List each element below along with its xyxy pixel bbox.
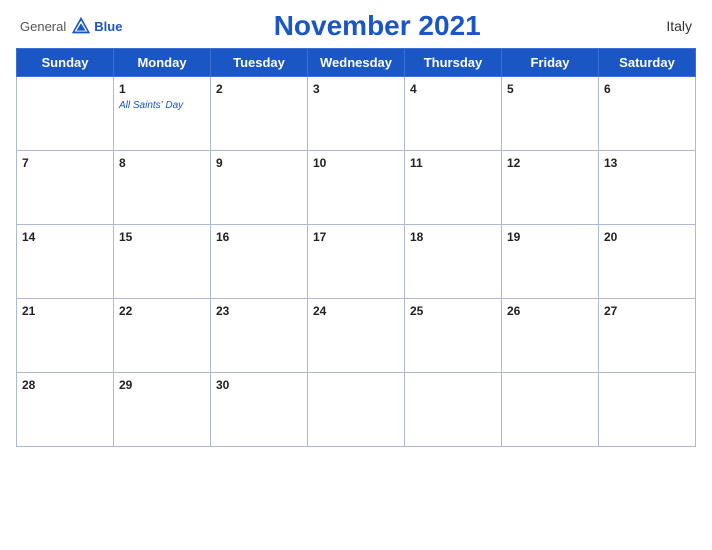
day-number: 28 xyxy=(22,378,35,392)
day-cell: 9 xyxy=(211,151,308,225)
day-cell: 2 xyxy=(211,77,308,151)
day-cell: 22 xyxy=(114,299,211,373)
day-number: 23 xyxy=(216,304,229,318)
day-number: 18 xyxy=(410,230,423,244)
day-number: 1 xyxy=(119,82,126,96)
day-cell: 28 xyxy=(17,373,114,447)
col-friday: Friday xyxy=(502,49,599,77)
day-cell xyxy=(17,77,114,151)
week-row-1: 1 All Saints' Day 2 3 4 5 6 xyxy=(17,77,696,151)
day-number: 14 xyxy=(22,230,35,244)
day-number: 10 xyxy=(313,156,326,170)
country-label: Italy xyxy=(632,18,692,34)
day-number: 6 xyxy=(604,82,611,96)
day-cell: 16 xyxy=(211,225,308,299)
day-number: 3 xyxy=(313,82,320,96)
day-number: 25 xyxy=(410,304,423,318)
day-cell: 12 xyxy=(502,151,599,225)
day-cell xyxy=(405,373,502,447)
day-cell: 13 xyxy=(599,151,696,225)
day-number: 15 xyxy=(119,230,132,244)
day-cell: 15 xyxy=(114,225,211,299)
day-cell: 3 xyxy=(308,77,405,151)
col-thursday: Thursday xyxy=(405,49,502,77)
col-tuesday: Tuesday xyxy=(211,49,308,77)
col-saturday: Saturday xyxy=(599,49,696,77)
day-number: 12 xyxy=(507,156,520,170)
day-cell: 1 All Saints' Day xyxy=(114,77,211,151)
day-cell: 20 xyxy=(599,225,696,299)
holiday-label: All Saints' Day xyxy=(119,100,205,111)
day-number: 19 xyxy=(507,230,520,244)
logo-icon xyxy=(70,15,92,37)
day-cell: 19 xyxy=(502,225,599,299)
day-cell: 25 xyxy=(405,299,502,373)
day-cell: 29 xyxy=(114,373,211,447)
col-sunday: Sunday xyxy=(17,49,114,77)
day-number: 22 xyxy=(119,304,132,318)
week-row-4: 21 22 23 24 25 26 27 xyxy=(17,299,696,373)
day-number: 30 xyxy=(216,378,229,392)
day-cell: 7 xyxy=(17,151,114,225)
day-number: 26 xyxy=(507,304,520,318)
day-number: 21 xyxy=(22,304,35,318)
day-cell: 21 xyxy=(17,299,114,373)
day-cell: 24 xyxy=(308,299,405,373)
day-cell: 23 xyxy=(211,299,308,373)
logo: General Blue xyxy=(20,15,122,37)
calendar-table: Sunday Monday Tuesday Wednesday Thursday… xyxy=(16,48,696,447)
day-cell: 14 xyxy=(17,225,114,299)
day-cell: 10 xyxy=(308,151,405,225)
logo-blue: Blue xyxy=(94,19,122,34)
day-number: 11 xyxy=(410,156,423,170)
day-cell: 6 xyxy=(599,77,696,151)
day-number: 16 xyxy=(216,230,229,244)
week-row-5: 28 29 30 xyxy=(17,373,696,447)
day-cell: 17 xyxy=(308,225,405,299)
day-cell: 11 xyxy=(405,151,502,225)
day-number: 9 xyxy=(216,156,223,170)
col-wednesday: Wednesday xyxy=(308,49,405,77)
page: General Blue November 2021 Italy Sunday … xyxy=(0,0,712,550)
day-cell: 18 xyxy=(405,225,502,299)
day-cell xyxy=(599,373,696,447)
day-number: 2 xyxy=(216,82,223,96)
day-number: 7 xyxy=(22,156,29,170)
day-cell: 8 xyxy=(114,151,211,225)
day-cell xyxy=(502,373,599,447)
logo-general: General xyxy=(20,19,66,34)
header: General Blue November 2021 Italy xyxy=(16,10,696,42)
day-cell xyxy=(308,373,405,447)
day-number: 13 xyxy=(604,156,617,170)
day-number: 8 xyxy=(119,156,126,170)
day-cell: 26 xyxy=(502,299,599,373)
day-cell: 4 xyxy=(405,77,502,151)
days-header-row: Sunday Monday Tuesday Wednesday Thursday… xyxy=(17,49,696,77)
week-row-3: 14 15 16 17 18 19 20 xyxy=(17,225,696,299)
day-number: 5 xyxy=(507,82,514,96)
calendar-title: November 2021 xyxy=(122,10,632,42)
day-number: 20 xyxy=(604,230,617,244)
day-cell: 27 xyxy=(599,299,696,373)
day-number: 17 xyxy=(313,230,326,244)
day-number: 24 xyxy=(313,304,326,318)
day-number: 29 xyxy=(119,378,132,392)
col-monday: Monday xyxy=(114,49,211,77)
week-row-2: 7 8 9 10 11 12 13 xyxy=(17,151,696,225)
day-cell: 5 xyxy=(502,77,599,151)
day-cell: 30 xyxy=(211,373,308,447)
day-number: 4 xyxy=(410,82,417,96)
day-number: 27 xyxy=(604,304,617,318)
